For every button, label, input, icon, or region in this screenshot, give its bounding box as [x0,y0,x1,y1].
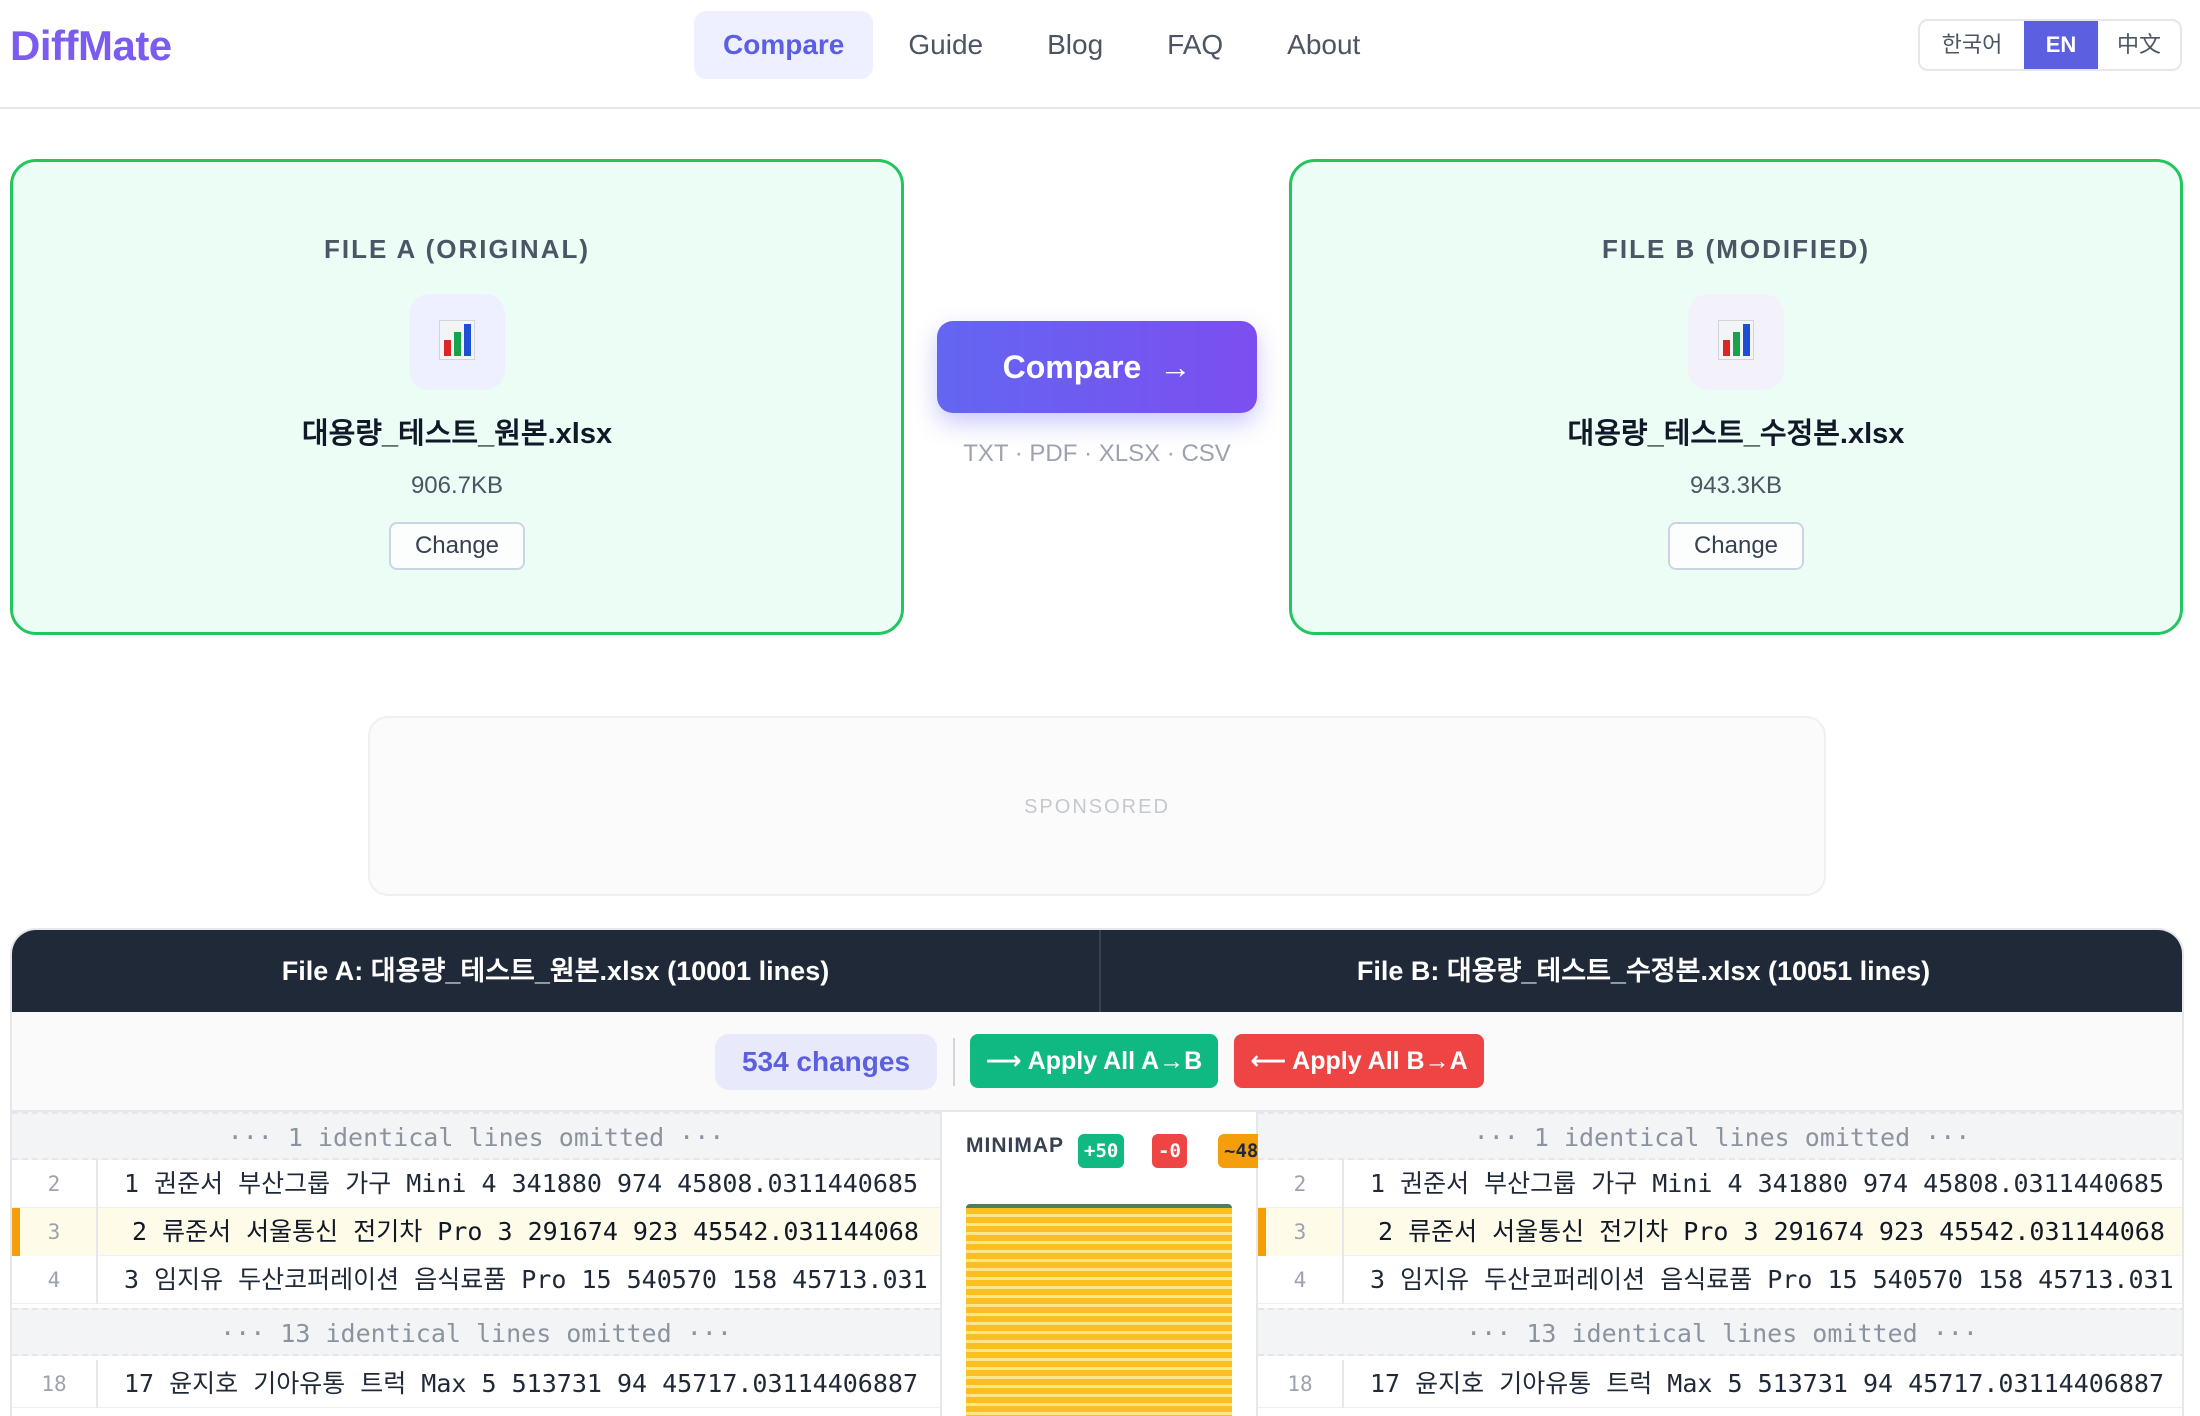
diff-line-modified[interactable]: 3 2 류준서 서울통신 전기차 Pro 3 291674 923 45542.… [12,1208,940,1256]
file-a-size: 906.7KB [410,472,504,499]
minimap-removed-badge: -0 [1152,1134,1187,1168]
omitted-lines-text: ··· 13 identical lines omitted ··· [220,1319,732,1348]
supported-formats: TXT · PDF · XLSX · CSV [963,440,1231,467]
line-number: 3 [12,1208,98,1256]
diff-pane-left[interactable]: ··· 1 identical lines omitted ··· 2 1 권준… [12,1112,940,1416]
language-switcher: 한국어 EN 中文 [1918,19,2182,71]
apply-all-a-to-b-button[interactable]: ⟶ Apply All A→B [970,1034,1218,1088]
file-b-icon-box [1688,294,1784,390]
line-number: 4 [12,1256,98,1304]
line-content: 1 권준서 부산그룹 가구 Mini 4 341880 974 45808.03… [1370,1169,2165,1198]
diff-toolbar: 534 changes ⟶ Apply All A→B ⟵ Apply All … [12,1012,2182,1112]
line-number: 3 [1258,1208,1344,1256]
arrow-right-icon: → [1159,348,1192,385]
file-b-size: 943.3KB [1689,472,1783,499]
logo[interactable]: DiffMate [10,22,172,70]
file-a-change-button[interactable]: Change [389,522,525,570]
minimap-change-bars[interactable] [966,1204,1232,1416]
diff-viewer: File A: 대용량_테스트_원본.xlsx (10001 lines) Fi… [10,928,2184,1416]
omitted-lines-row[interactable]: ··· 1 identical lines omitted ··· [1258,1112,2182,1160]
diff-line[interactable]: 2 1 권준서 부산그룹 가구 Mini 4 341880 974 45808.… [1258,1160,2182,1208]
file-a-label: FILE A (ORIGINAL) [323,234,591,264]
changes-count-badge: 534 changes [715,1034,937,1090]
toolbar-divider [953,1038,955,1086]
line-number: 2 [12,1160,98,1208]
modified-marker [12,1208,20,1256]
main-nav: Compare Guide Blog FAQ About [694,11,1395,79]
bar-chart-icon [439,320,475,360]
sponsored-label: SPONSORED [1024,796,1170,818]
omitted-lines-text: ··· 1 identical lines omitted ··· [1473,1123,1971,1152]
nav-blog[interactable]: Blog [1018,11,1132,79]
diff-header: File A: 대용량_테스트_원본.xlsx (10001 lines) Fi… [12,930,2182,1012]
line-number: 18 [12,1360,98,1408]
line-number: 18 [1258,1360,1344,1408]
file-b-label: FILE B (MODIFIED) [1602,234,1870,264]
line-content: 17 윤지호 기아유통 트럭 Max 5 513731 94 45717.031… [124,1369,919,1398]
nav-about[interactable]: About [1258,11,1389,79]
diff-header-file-b: File B: 대용량_테스트_수정본.xlsx (10051 lines) [1356,956,1931,986]
omitted-lines-row[interactable]: ··· 13 identical lines omitted ··· [1258,1308,2182,1356]
file-a-dropzone[interactable]: FILE A (ORIGINAL) 대용량_테스트_원본.xlsx 906.7K… [10,159,904,635]
line-content: 3 임지유 두산코퍼레이션 음식료품 Pro 15 540570 158 457… [1370,1265,2174,1294]
line-number: 4 [1258,1256,1344,1304]
line-content: 1 권준서 부산그룹 가구 Mini 4 341880 974 45808.03… [124,1169,919,1198]
file-b-change-button[interactable]: Change [1668,522,1804,570]
diff-line[interactable]: 18 17 윤지호 기아유통 트럭 Max 5 513731 94 45717.… [12,1360,940,1408]
omitted-lines-text: ··· 13 identical lines omitted ··· [1466,1319,1978,1348]
lang-korean[interactable]: 한국어 [1920,21,2024,69]
diff-line-modified[interactable]: 3 2 류준서 서울통신 전기차 Pro 3 291674 923 45542.… [1258,1208,2182,1256]
modified-marker [1258,1208,1266,1256]
minimap-title: MINIMAP [966,1134,1064,1157]
minimap[interactable]: MINIMAP +50 -0 ~484 [940,1112,1276,1416]
diff-line[interactable]: 4 3 임지유 두산코퍼레이션 음식료품 Pro 15 540570 158 4… [1258,1256,2182,1304]
compare-button[interactable]: Compare → [937,321,1257,413]
compare-button-label: Compare [1002,348,1142,385]
top-header: DiffMate Compare Guide Blog FAQ About 한국… [0,0,2200,109]
nav-guide[interactable]: Guide [879,11,1012,79]
line-content: 2 류준서 서울통신 전기차 Pro 3 291674 923 45542.03… [1378,1217,2165,1246]
diff-line[interactable]: 18 17 윤지호 기아유통 트럭 Max 5 513731 94 45717.… [1258,1360,2182,1408]
line-content: 2 류준서 서울통신 전기차 Pro 3 291674 923 45542.03… [132,1217,919,1246]
lang-english[interactable]: EN [2024,21,2098,69]
apply-all-b-to-a-button[interactable]: ⟵ Apply All B→A [1234,1034,1484,1088]
nav-compare[interactable]: Compare [694,11,874,79]
line-number: 2 [1258,1160,1344,1208]
file-a-name: 대용량_테스트_원본.xlsx [301,418,613,450]
minimap-added-badge: +50 [1078,1134,1125,1168]
file-b-dropzone[interactable]: FILE B (MODIFIED) 대용량_테스트_수정본.xlsx 943.3… [1289,159,2183,635]
omitted-lines-row[interactable]: ··· 13 identical lines omitted ··· [12,1308,940,1356]
file-a-icon-box [409,294,505,390]
bar-chart-icon [1718,320,1754,360]
omitted-lines-text: ··· 1 identical lines omitted ··· [227,1123,725,1152]
line-content: 17 윤지호 기아유통 트럭 Max 5 513731 94 45717.031… [1370,1369,2165,1398]
diff-header-file-a: File A: 대용량_테스트_원본.xlsx (10001 lines) [281,956,830,986]
diff-line[interactable]: 2 1 권준서 부산그룹 가구 Mini 4 341880 974 45808.… [12,1160,940,1208]
sponsored-slot[interactable]: SPONSORED [368,716,1826,896]
diff-line[interactable]: 4 3 임지유 두산코퍼레이션 음식료품 Pro 15 540570 158 4… [12,1256,940,1304]
lang-chinese[interactable]: 中文 [2098,21,2180,69]
nav-faq[interactable]: FAQ [1138,11,1252,79]
line-content: 3 임지유 두산코퍼레이션 음식료품 Pro 15 540570 158 457… [124,1265,928,1294]
omitted-lines-row[interactable]: ··· 1 identical lines omitted ··· [12,1112,940,1160]
file-b-name: 대용량_테스트_수정본.xlsx [1567,418,1905,450]
diff-pane-right[interactable]: ··· 1 identical lines omitted ··· 2 1 권준… [1258,1112,2182,1416]
